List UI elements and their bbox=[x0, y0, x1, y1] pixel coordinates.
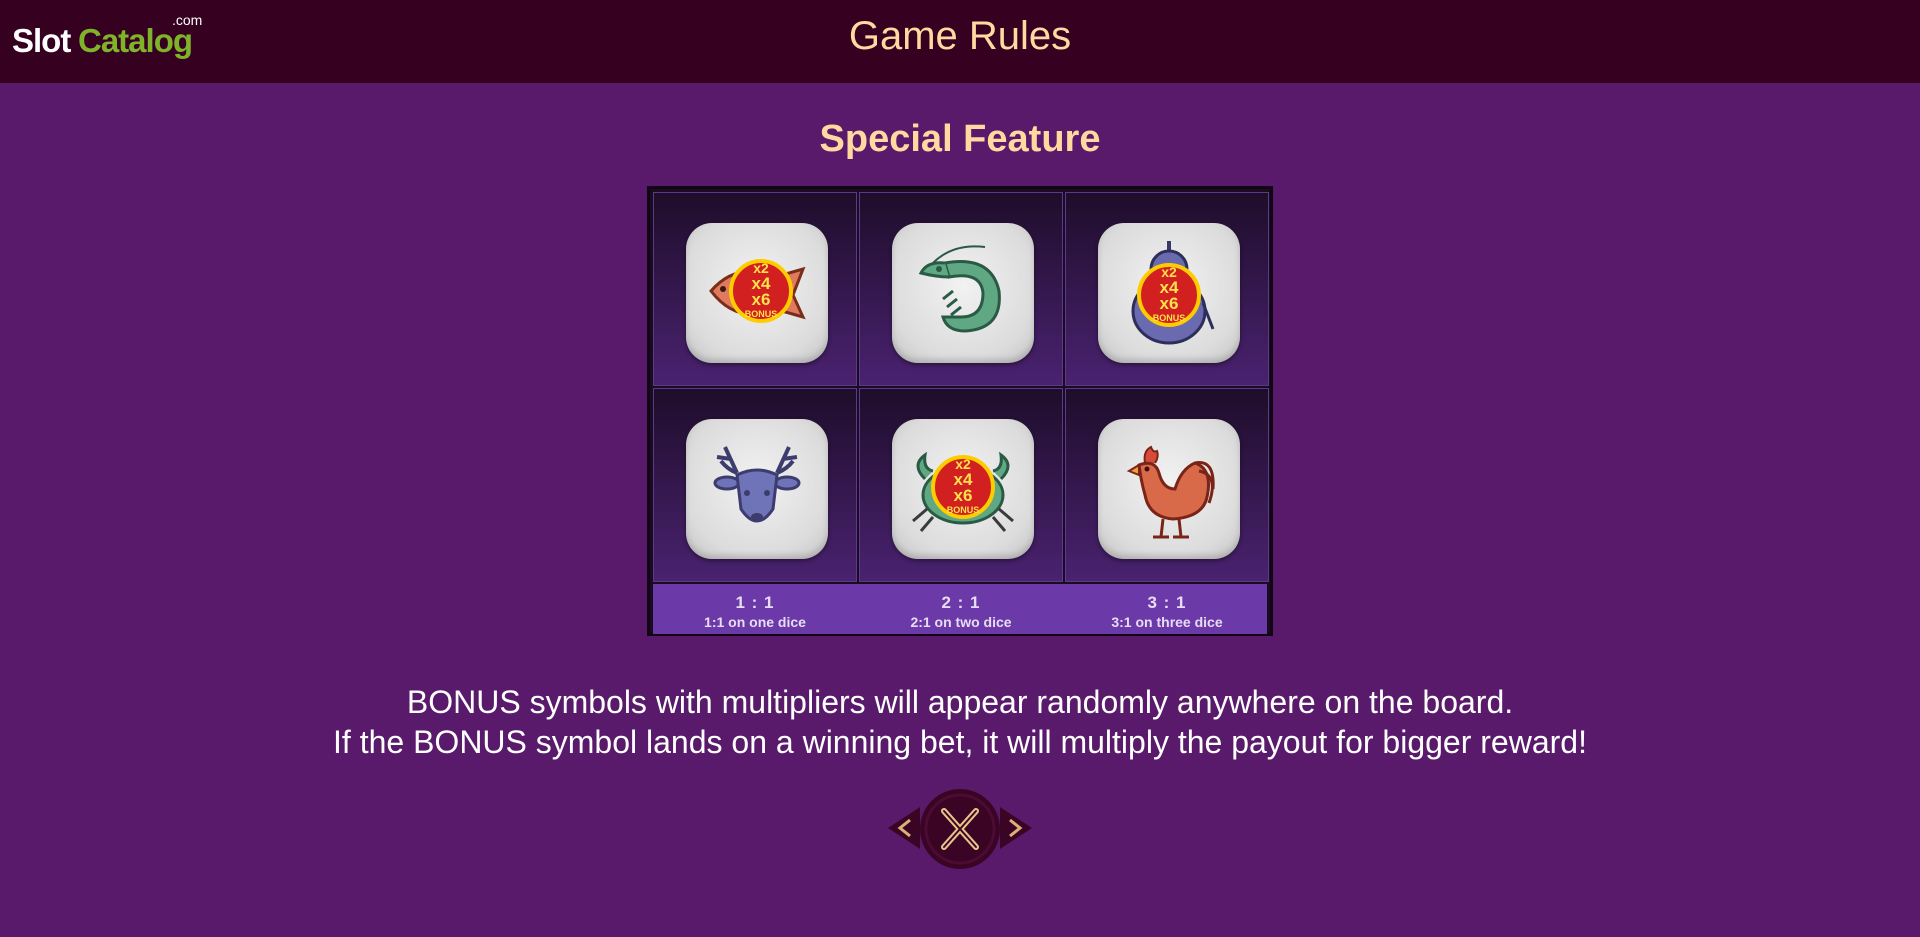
payout-desc: 2:1 on two dice bbox=[910, 614, 1012, 630]
shrimp-icon bbox=[918, 245, 1001, 333]
payout-desc: 3:1 on three dice bbox=[1111, 614, 1223, 630]
board-cell: x2 x4 x6 BONUS bbox=[1065, 192, 1269, 386]
payout-desc: 1:1 on one dice bbox=[704, 614, 806, 630]
bonus-label: BONUS bbox=[1153, 313, 1186, 323]
description-line-1: BONUS symbols with multipliers will appe… bbox=[406, 684, 1514, 720]
close-button[interactable] bbox=[920, 789, 1000, 869]
gourd-bonus-icon: x2 x4 x6 BONUS bbox=[1131, 241, 1215, 345]
bonus-x6: x6 bbox=[1160, 294, 1179, 313]
crab-bonus-icon: x2 x4 x6 BONUS bbox=[912, 451, 1014, 532]
top-bar: Slot Catalog .com Game Rules bbox=[0, 0, 1920, 83]
page-title: Game Rules bbox=[848, 14, 1072, 58]
board-cell: x2 x4 x6 BONUS bbox=[859, 388, 1063, 582]
payout-two-dice: 2 : 1 2:1 on two dice bbox=[859, 584, 1063, 634]
bonus-x6: x6 bbox=[752, 290, 771, 309]
rules-navigation bbox=[884, 785, 1036, 873]
die-face: x2 x4 x6 BONUS bbox=[1098, 223, 1240, 363]
rooster-icon bbox=[1126, 445, 1215, 539]
bonus-label: BONUS bbox=[745, 309, 778, 319]
board-cell bbox=[653, 388, 857, 582]
payout-three-dice: 3 : 1 3:1 on three dice bbox=[1065, 584, 1269, 634]
payout-one-dice: 1 : 1 1:1 on one dice bbox=[653, 584, 857, 634]
bonus-badge: x2 x4 x6 BONUS bbox=[729, 259, 793, 323]
die-face bbox=[892, 223, 1034, 363]
close-icon bbox=[924, 793, 996, 865]
board-cell bbox=[859, 192, 1063, 386]
payout-ratio: 1 : 1 bbox=[735, 593, 775, 612]
die-face: x2 x4 x6 BONUS bbox=[686, 223, 828, 363]
bonus-x6: x6 bbox=[954, 486, 973, 505]
payout-ratio: 2 : 1 bbox=[941, 593, 981, 612]
die-face bbox=[1098, 419, 1240, 559]
payout-ratio: 3 : 1 bbox=[1147, 593, 1187, 612]
bonus-label: BONUS bbox=[947, 505, 980, 515]
chevron-left-icon bbox=[888, 807, 920, 849]
die-face bbox=[686, 419, 828, 559]
next-page-button[interactable] bbox=[996, 805, 1036, 851]
payout-row: 1 : 1 1:1 on one dice 2 : 1 2:1 on two d… bbox=[653, 584, 1267, 634]
description-line-2: If the BONUS symbol lands on a winning b… bbox=[333, 724, 1587, 760]
dice-board: x2 x4 x6 BONUS x2 x4 x6 BONUS x2 x4 x6 B… bbox=[647, 186, 1273, 636]
feature-description: BONUS symbols with multipliers will appe… bbox=[0, 682, 1920, 762]
board-cell: x2 x4 x6 BONUS bbox=[653, 192, 857, 386]
bonus-badge: x2 x4 x6 BONUS bbox=[1137, 263, 1201, 327]
board-cell bbox=[1065, 388, 1269, 582]
die-face: x2 x4 x6 BONUS bbox=[892, 419, 1034, 559]
bonus-badge: x2 x4 x6 BONUS bbox=[931, 455, 995, 519]
deer-icon bbox=[713, 446, 801, 523]
prev-page-button[interactable] bbox=[884, 805, 924, 851]
fish-bonus-icon: x2 x4 x6 BONUS bbox=[709, 259, 806, 323]
chevron-right-icon bbox=[1000, 807, 1032, 849]
section-title: Special Feature bbox=[819, 118, 1101, 160]
